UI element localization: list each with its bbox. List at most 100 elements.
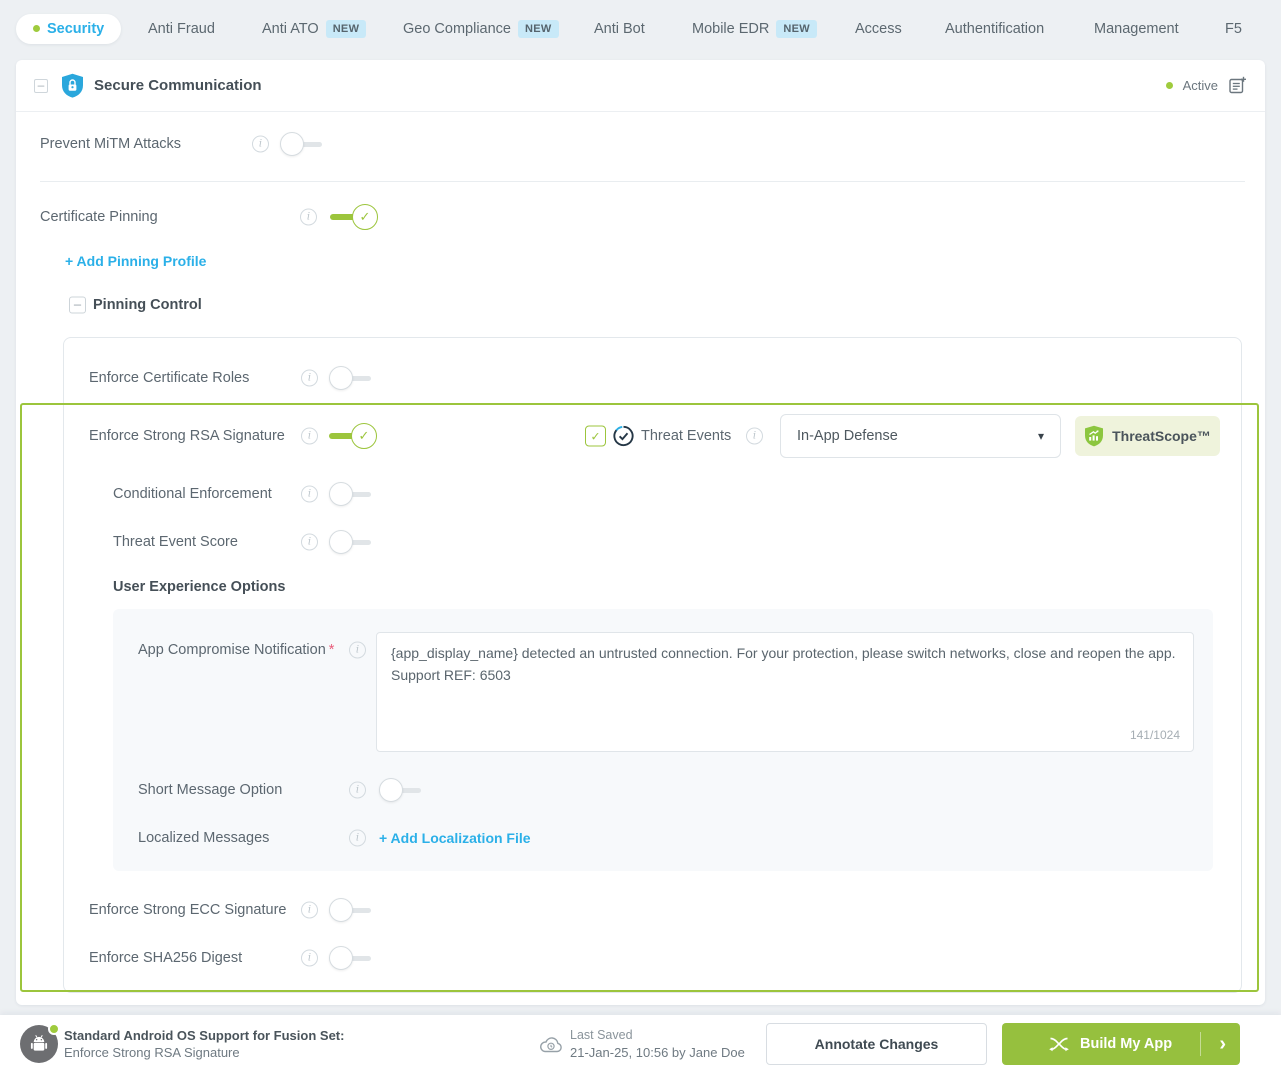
top-nav: Security Anti Fraud Anti ATO NEW Geo Com…: [0, 0, 1281, 57]
user-experience-options-label: User Experience Options: [113, 579, 285, 595]
row-label: App Compromise Notification*: [138, 642, 334, 658]
nav-tab-anti-bot[interactable]: Anti Bot: [594, 21, 645, 37]
row-label: Enforce SHA256 Digest: [89, 950, 242, 966]
secure-communication-card: – Secure Communication Active Prevent Mi…: [16, 60, 1265, 1005]
row-enforce-certificate-roles: Enforce Certificate Roles i: [64, 362, 1241, 394]
info-icon[interactable]: i: [746, 428, 763, 445]
short-message-option-toggle[interactable]: [379, 778, 423, 802]
row-label: Enforce Certificate Roles: [89, 370, 249, 386]
nav-tab-label: Anti ATO: [262, 21, 319, 37]
info-icon[interactable]: i: [301, 486, 318, 503]
row-enforce-rsa: Enforce Strong RSA Signature i ✓ ✓ Threa…: [64, 414, 1241, 458]
nav-tab-mobile-edr[interactable]: Mobile EDR NEW: [692, 20, 817, 38]
nav-tab-label: F5: [1225, 21, 1242, 37]
info-icon[interactable]: i: [349, 642, 366, 659]
pinning-control-label: Pinning Control: [93, 297, 202, 313]
build-footer: Standard Android OS Support for Fusion S…: [0, 1015, 1281, 1073]
info-icon[interactable]: i: [301, 370, 318, 387]
nav-tab-management[interactable]: Management: [1094, 21, 1179, 37]
nav-tab-authentification[interactable]: Authentification: [945, 21, 1044, 37]
nav-tab-label: Security: [47, 21, 104, 37]
nav-tab-anti-ato[interactable]: Anti ATO NEW: [262, 20, 366, 38]
row-conditional-enforcement: Conditional Enforcement i: [64, 478, 1241, 510]
nav-tab-label: Mobile EDR: [692, 21, 769, 37]
new-badge: NEW: [326, 20, 367, 38]
collapse-pinning-control-icon[interactable]: –: [69, 297, 86, 314]
fusion-set-title: Standard Android OS Support for Fusion S…: [64, 1027, 344, 1044]
row-label: Certificate Pinning: [40, 209, 158, 225]
prevent-mitm-toggle[interactable]: [280, 132, 324, 156]
chevron-down-icon: ▾: [1038, 429, 1044, 443]
last-saved-label: Last Saved: [570, 1027, 745, 1044]
add-localization-file-link[interactable]: + Add Localization File: [379, 830, 531, 846]
enforce-rsa-toggle[interactable]: ✓: [329, 423, 377, 449]
info-icon[interactable]: i: [301, 902, 318, 919]
build-my-app-button[interactable]: Build My App ›: [1002, 1023, 1240, 1065]
row-label: Short Message Option: [138, 782, 282, 798]
row-enforce-sha256: Enforce SHA256 Digest i: [64, 942, 1241, 974]
card-header: – Secure Communication Active: [16, 60, 1265, 112]
nav-tab-label: Anti Bot: [594, 21, 645, 37]
build-button-label: Build My App: [1080, 1036, 1172, 1052]
row-enforce-ecc: Enforce Strong ECC Signature i: [64, 894, 1241, 926]
nav-tab-label: Management: [1094, 21, 1179, 37]
info-icon[interactable]: i: [301, 534, 318, 551]
row-certificate-pinning: Certificate Pinning i ✓: [16, 201, 1265, 233]
section-title: Secure Communication: [94, 77, 262, 94]
app-compromise-notification-textarea[interactable]: {app_display_name} detected an untrusted…: [376, 632, 1194, 752]
enforce-sha256-toggle[interactable]: [329, 946, 373, 970]
fusion-set-subtitle: Enforce Strong RSA Signature: [64, 1044, 344, 1061]
enforce-ecc-toggle[interactable]: [329, 898, 373, 922]
row-user-experience-options: User Experience Options: [64, 574, 1241, 600]
autosave-cloud-icon: [538, 1034, 564, 1055]
row-short-message-option: Short Message Option i: [113, 774, 1213, 806]
threatscope-button[interactable]: ThreatScope™: [1075, 416, 1220, 456]
user-experience-panel: App Compromise Notification* i {app_disp…: [113, 609, 1213, 871]
status-dot-icon: [1166, 82, 1173, 89]
info-icon[interactable]: i: [301, 950, 318, 967]
nav-tab-label: Authentification: [945, 21, 1044, 37]
row-label: Enforce Strong RSA Signature: [89, 428, 285, 444]
in-app-defense-dropdown[interactable]: In-App Defense ▾: [780, 414, 1061, 458]
threat-events-label: Threat Events: [641, 428, 731, 444]
nav-tab-label: Geo Compliance: [403, 21, 511, 37]
new-badge: NEW: [776, 20, 817, 38]
info-icon[interactable]: i: [349, 830, 366, 847]
row-label: Threat Event Score: [113, 534, 238, 550]
android-active-dot-icon: [48, 1023, 60, 1035]
status-badge: Active: [1183, 78, 1218, 93]
threat-event-score-toggle[interactable]: [329, 530, 373, 554]
annotate-note-plus-icon[interactable]: [1228, 76, 1247, 95]
dropdown-value: In-App Defense: [797, 428, 898, 444]
row-threat-event-score: Threat Event Score i: [64, 526, 1241, 558]
info-icon[interactable]: i: [252, 136, 269, 153]
nav-tab-anti-fraud[interactable]: Anti Fraud: [148, 21, 215, 37]
android-platform-icon: [20, 1025, 58, 1063]
threat-events-checkbox[interactable]: ✓: [585, 426, 606, 447]
row-add-pinning-profile: + Add Pinning Profile: [16, 248, 1265, 274]
row-prevent-mitm: Prevent MiTM Attacks i: [16, 128, 1265, 160]
info-icon[interactable]: i: [349, 782, 366, 799]
collapse-section-icon[interactable]: –: [34, 79, 48, 93]
threatscope-shield-icon: [1084, 425, 1104, 447]
nav-tab-f5[interactable]: F5: [1225, 21, 1242, 37]
active-dot-icon: [33, 25, 40, 32]
nav-tab-security[interactable]: Security: [16, 14, 121, 44]
row-label: Prevent MiTM Attacks: [40, 136, 181, 152]
row-label: Enforce Strong ECC Signature: [89, 902, 286, 918]
enforce-certificate-roles-toggle[interactable]: [329, 366, 373, 390]
row-pinning-control: – Pinning Control: [16, 292, 1265, 318]
app-compromise-textarea-wrap: {app_display_name} detected an untrusted…: [376, 632, 1194, 752]
nav-tab-access[interactable]: Access: [855, 21, 902, 37]
conditional-enforcement-toggle[interactable]: [329, 482, 373, 506]
add-pinning-profile-link[interactable]: + Add Pinning Profile: [65, 253, 206, 269]
annotate-changes-button[interactable]: Annotate Changes: [766, 1023, 987, 1065]
divider: [40, 181, 1245, 182]
build-fusion-icon: [1048, 1036, 1070, 1052]
info-icon[interactable]: i: [300, 209, 317, 226]
nav-tab-geo-compliance[interactable]: Geo Compliance NEW: [403, 20, 559, 38]
info-icon[interactable]: i: [301, 428, 318, 445]
row-label: Conditional Enforcement: [113, 486, 272, 502]
button-divider: [1200, 1032, 1201, 1056]
certificate-pinning-toggle[interactable]: ✓: [330, 204, 378, 230]
